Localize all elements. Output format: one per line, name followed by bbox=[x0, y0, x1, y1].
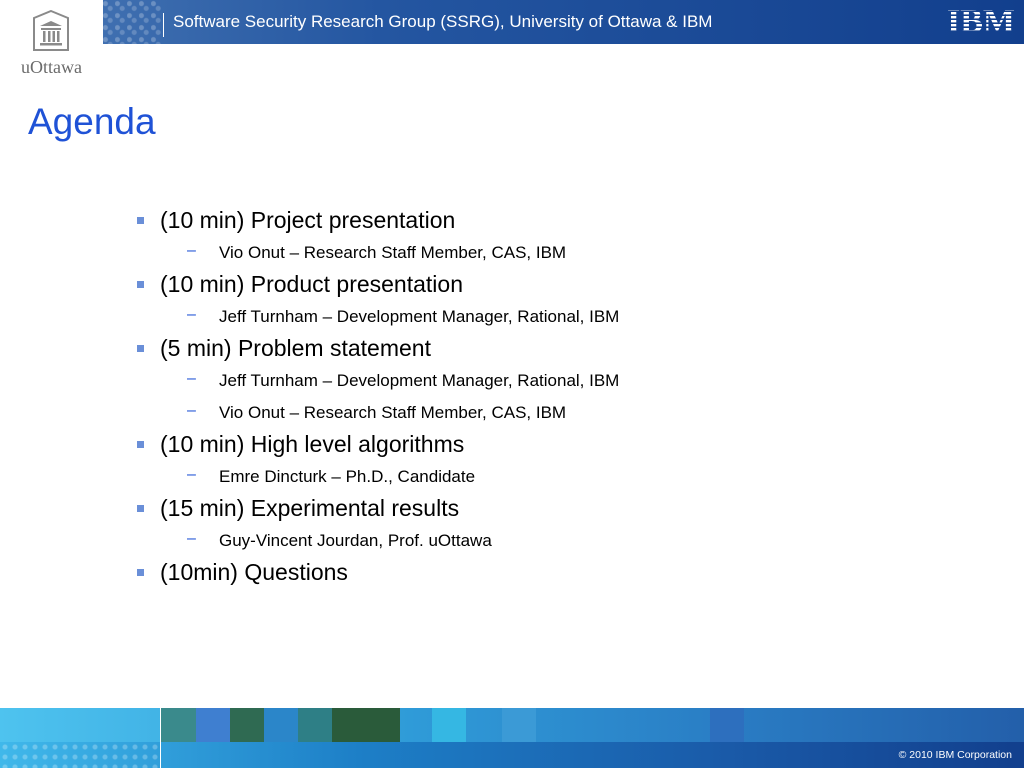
footer-tile bbox=[502, 708, 536, 742]
logo-text: uOttawa bbox=[21, 57, 82, 77]
square-bullet-icon bbox=[137, 569, 144, 576]
agenda-item-row: (10 min) Project presentation bbox=[137, 206, 957, 238]
footer-tile bbox=[298, 708, 332, 742]
footer-tile bbox=[230, 708, 264, 742]
dash-icon: – bbox=[187, 242, 196, 259]
footer-divider bbox=[160, 708, 161, 768]
footer-tile bbox=[264, 708, 298, 742]
footer-tile bbox=[332, 708, 400, 742]
university-logo: uOttawa bbox=[0, 0, 103, 90]
agenda-subitem-text: Emre Dincturk – Ph.D., Candidate bbox=[219, 467, 476, 486]
square-bullet-icon bbox=[137, 505, 144, 512]
agenda-item-row: (5 min) Problem statement bbox=[137, 334, 957, 366]
agenda-subitem: – Jeff Turnham – Development Manager, Rat… bbox=[137, 302, 957, 334]
agenda-subitem-text: Guy-Vincent Jourdan, Prof. uOttawa bbox=[219, 531, 492, 550]
agenda-subitem-text: Jeff Turnham – Development Manager, Rati… bbox=[219, 371, 620, 390]
dash-icon: – bbox=[187, 370, 196, 387]
university-building-icon bbox=[33, 10, 69, 51]
footer-band: © 2010 IBM Corporation bbox=[0, 708, 1024, 768]
dash-icon: – bbox=[187, 402, 196, 419]
agenda-subitem: – Guy-Vincent Jourdan, Prof. uOttawa bbox=[137, 526, 957, 558]
square-bullet-icon bbox=[137, 281, 144, 288]
dash-icon: – bbox=[187, 466, 196, 483]
square-bullet-icon bbox=[137, 217, 144, 224]
agenda-item: (5 min) Problem statement – Jeff Turnham –… bbox=[137, 334, 957, 430]
agenda-item-text: (5 min) Problem statement bbox=[160, 335, 431, 361]
footer-image-strip bbox=[0, 708, 1024, 742]
agenda-item-row: (10 min) High level algorithms bbox=[137, 430, 957, 462]
agenda-item-text: (10 min) Product presentation bbox=[160, 271, 463, 297]
square-bullet-icon bbox=[137, 441, 144, 448]
agenda-subitem: – Vio Onut – Research Staff Member, CAS, … bbox=[137, 398, 957, 430]
header-title: Software Security Research Group (SSRG),… bbox=[173, 12, 713, 31]
header-pattern bbox=[103, 0, 163, 44]
dash-icon: – bbox=[187, 306, 196, 323]
agenda-item: (15 min) Experimental results – Guy-Vincen… bbox=[137, 494, 957, 558]
agenda-subitem: – Jeff Turnham – Development Manager, Rat… bbox=[137, 366, 957, 398]
dash-icon: – bbox=[187, 530, 196, 547]
agenda-item-row: (10 min) Product presentation bbox=[137, 270, 957, 302]
agenda-item-text: (10 min) High level algorithms bbox=[160, 431, 465, 457]
agenda-item-text: (15 min) Experimental results bbox=[160, 495, 460, 521]
agenda-subitem-text: Vio Onut – Research Staff Member, CAS, I… bbox=[219, 243, 567, 262]
footer-tile bbox=[432, 708, 466, 742]
footer-tile bbox=[710, 708, 744, 742]
agenda-item-row: (15 min) Experimental results bbox=[137, 494, 957, 526]
agenda-item: (10min) Questions bbox=[137, 558, 957, 590]
ibm-logo: IBM bbox=[947, 4, 1015, 36]
agenda-subitem: – Vio Onut – Research Staff Member, CAS, … bbox=[137, 238, 957, 270]
footer-pattern bbox=[0, 742, 160, 768]
agenda-item-text: (10 min) Project presentation bbox=[160, 207, 456, 233]
copyright-text: © 2010 IBM Corporation bbox=[898, 749, 1012, 761]
agenda-subitem-text: Vio Onut – Research Staff Member, CAS, I… bbox=[219, 403, 567, 422]
footer-tile bbox=[160, 708, 196, 742]
agenda-item-text: (10min) Questions bbox=[160, 559, 348, 585]
agenda-list: (10 min) Project presentation – Vio Onut –… bbox=[137, 206, 957, 590]
header-divider bbox=[163, 13, 164, 37]
svg-text:IBM: IBM bbox=[947, 4, 1015, 36]
agenda-item: (10 min) High level algorithms – Emre Dinc… bbox=[137, 430, 957, 494]
square-bullet-icon bbox=[137, 345, 144, 352]
agenda-item: (10 min) Product presentation – Jeff Turnh… bbox=[137, 270, 957, 334]
header-band: Software Security Research Group (SSRG),… bbox=[103, 0, 1024, 44]
agenda-subitem: – Emre Dincturk – Ph.D., Candidate bbox=[137, 462, 957, 494]
agenda-item: (10 min) Project presentation – Vio Onut –… bbox=[137, 206, 957, 270]
agenda-item-row: (10min) Questions bbox=[137, 558, 957, 590]
slide-title: Agenda bbox=[28, 101, 156, 142]
footer-tile bbox=[196, 708, 230, 742]
agenda-subitem-text: Jeff Turnham – Development Manager, Rati… bbox=[219, 307, 620, 326]
